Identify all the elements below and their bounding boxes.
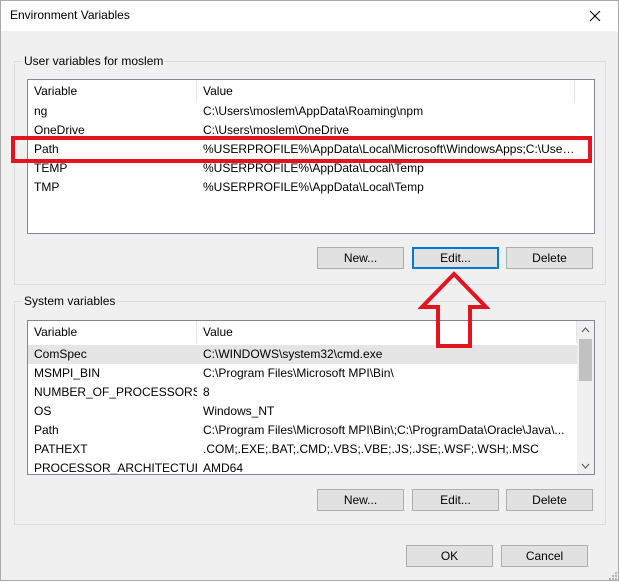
vertical-scrollbar[interactable] [577, 321, 594, 474]
table-row[interactable]: OS Windows_NT [28, 402, 577, 421]
table-row[interactable]: ng C:\Users\moslem\AppData\Roaming\npm [28, 102, 575, 121]
resize-grip[interactable] [607, 569, 617, 580]
cancel-button[interactable]: Cancel [501, 545, 588, 567]
user-variables-label: User variables for moslem [23, 54, 165, 68]
user-list-header: Variable Value [28, 80, 575, 102]
row-value: C:\Program Files\Microsoft MPI\Bin\ [203, 366, 394, 380]
system-list-rows: ComSpec C:\WINDOWS\system32\cmd.exe MSMP… [28, 345, 577, 475]
user-delete-button[interactable]: Delete [506, 247, 593, 269]
close-icon [589, 10, 601, 22]
row-value: .COM;.EXE;.BAT;.CMD;.VBS;.VBE;.JS;.JSE;.… [203, 442, 539, 456]
chevron-up-icon [581, 326, 590, 332]
window-title: Environment Variables [10, 8, 130, 22]
row-value: C:\Users\moslem\AppData\Roaming\npm [203, 104, 424, 118]
row-value: C:\WINDOWS\system32\cmd.exe [203, 347, 383, 361]
path-row-highlight [11, 136, 592, 163]
user-new-button[interactable]: New... [317, 247, 404, 269]
table-row[interactable]: PROCESSOR_ARCHITECTURE AMD64 [28, 459, 577, 475]
row-value: %USERPROFILE%\AppData\Local\Temp [203, 180, 424, 194]
row-variable: MSMPI_BIN [34, 366, 101, 380]
column-header-variable[interactable]: Variable [28, 80, 197, 102]
table-row[interactable]: PATHEXT .COM;.EXE;.BAT;.CMD;.VBS;.VBE;.J… [28, 440, 577, 459]
ok-button[interactable]: OK [406, 545, 493, 567]
chevron-down-icon [581, 463, 590, 469]
up-arrow-annotation-icon [418, 271, 490, 348]
scroll-thumb[interactable] [579, 339, 592, 381]
column-header-variable[interactable]: Variable [28, 321, 197, 343]
row-variable: ng [34, 104, 48, 118]
row-variable: Path [34, 423, 59, 437]
resize-grip-icon [609, 572, 617, 580]
row-variable: OS [34, 404, 52, 418]
scroll-up-button[interactable] [577, 321, 594, 338]
user-edit-button[interactable]: Edit... [412, 247, 499, 269]
row-variable: PATHEXT [34, 442, 88, 456]
row-variable: TMP [34, 180, 60, 194]
row-value: 8 [203, 385, 210, 399]
table-row[interactable]: ComSpec C:\WINDOWS\system32\cmd.exe [28, 345, 577, 364]
system-edit-button[interactable]: Edit... [412, 489, 499, 511]
close-button[interactable] [572, 1, 618, 31]
system-list-header: Variable Value [28, 321, 577, 343]
system-delete-button[interactable]: Delete [506, 489, 593, 511]
row-variable: PROCESSOR_ARCHITECTURE [34, 461, 197, 475]
table-row[interactable]: MSMPI_BIN C:\Program Files\Microsoft MPI… [28, 364, 577, 383]
system-variables-list[interactable]: Variable Value ComSpec C:\WINDOWS\system… [27, 320, 595, 475]
system-new-button[interactable]: New... [317, 489, 404, 511]
table-row[interactable]: TMP %USERPROFILE%\AppData\Local\Temp [28, 178, 575, 197]
row-variable: ComSpec [34, 347, 87, 361]
row-variable: NUMBER_OF_PROCESSORS [34, 385, 197, 399]
row-value: C:\Program Files\Microsoft MPI\Bin\;C:\P… [203, 423, 565, 437]
column-header-value[interactable]: Value [197, 80, 575, 102]
scroll-down-button[interactable] [577, 457, 594, 474]
column-header-value[interactable]: Value [197, 321, 577, 343]
table-row[interactable]: Path C:\Program Files\Microsoft MPI\Bin\… [28, 421, 577, 440]
table-row[interactable]: NUMBER_OF_PROCESSORS 8 [28, 383, 577, 402]
row-value: Windows_NT [203, 404, 275, 418]
system-variables-label: System variables [23, 294, 117, 308]
row-value: AMD64 [203, 461, 244, 475]
environment-variables-dialog: Environment Variables User variables for… [0, 0, 619, 581]
title-bar: Environment Variables [1, 1, 618, 31]
